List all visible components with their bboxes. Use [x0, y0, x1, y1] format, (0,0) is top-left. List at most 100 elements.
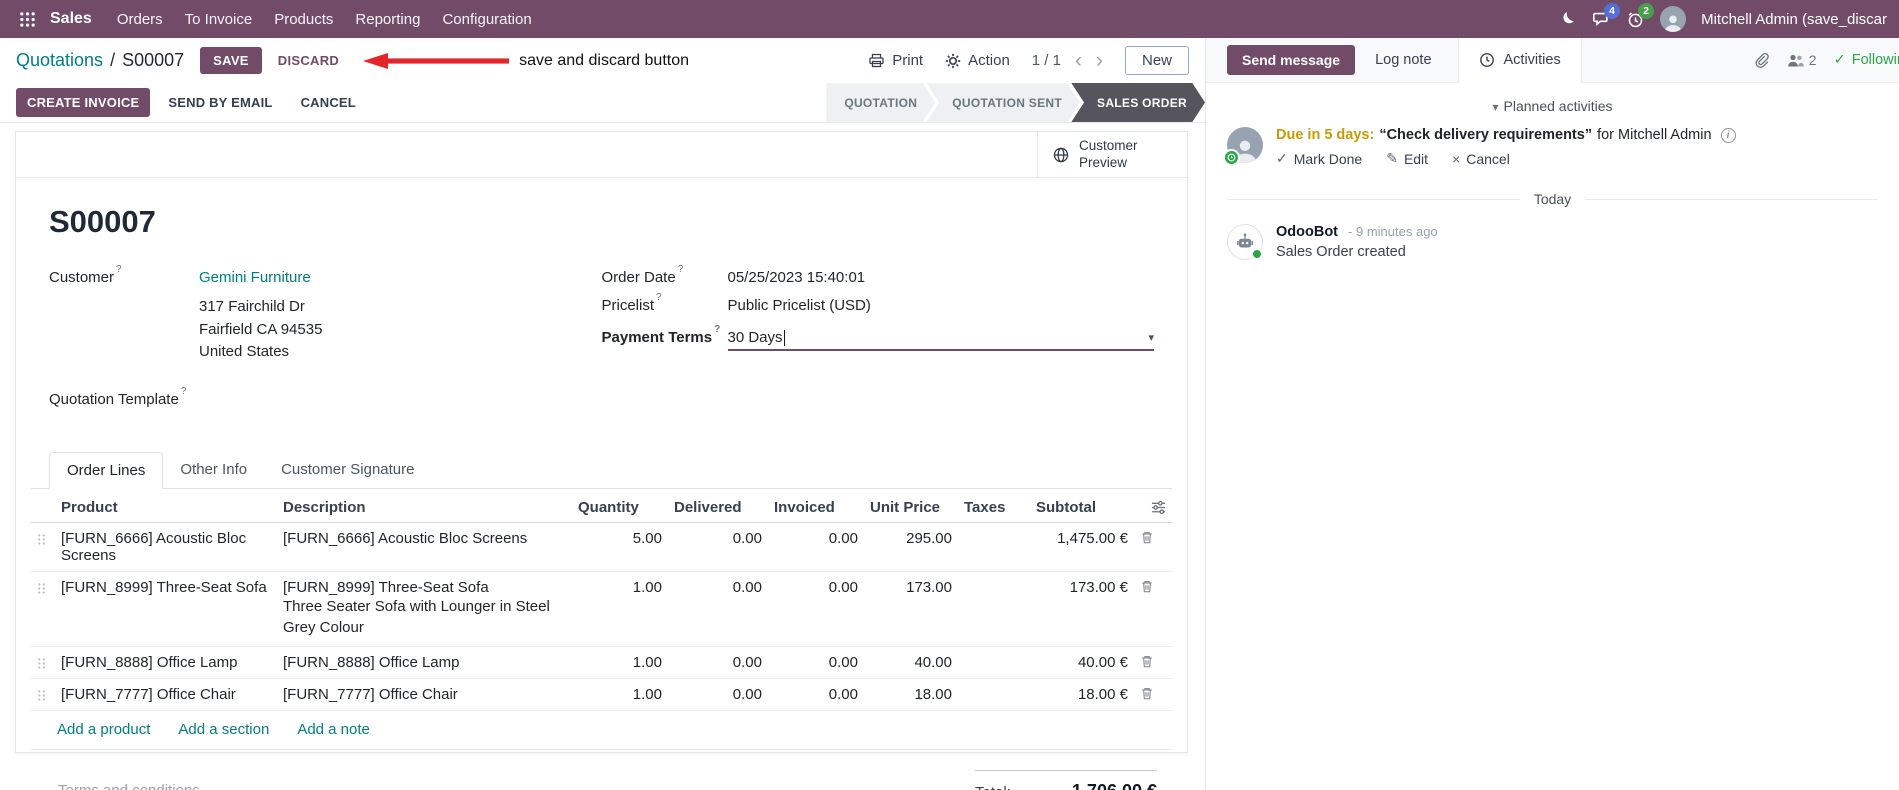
drag-handle-icon[interactable]: [31, 571, 55, 647]
order-line-row[interactable]: [FURN_6666] Acoustic Bloc Screens [FURN_…: [31, 522, 1172, 572]
new-button[interactable]: New: [1124, 46, 1189, 75]
send-message-button[interactable]: Send message: [1227, 45, 1356, 75]
drag-handle-icon[interactable]: [31, 646, 55, 679]
cell-unit-price[interactable]: 40.00: [864, 646, 958, 679]
cancel-activity-button[interactable]: × Cancel: [1452, 150, 1510, 167]
planned-activities-header[interactable]: ▾ Planned activities: [1206, 98, 1899, 114]
cell-taxes[interactable]: [958, 646, 1030, 679]
user-avatar[interactable]: [1660, 6, 1687, 32]
stage-sales-order[interactable]: SALES ORDER: [1071, 83, 1205, 123]
terms-placeholder[interactable]: Terms and conditions...: [46, 782, 212, 790]
menu-orders[interactable]: Orders: [106, 1, 174, 38]
drag-handle-icon[interactable]: [31, 522, 55, 572]
cell-taxes[interactable]: [958, 522, 1030, 572]
payment-terms-input[interactable]: 30 Days ▾: [727, 329, 1154, 351]
pricelist-value[interactable]: Public Pricelist (USD): [728, 297, 871, 314]
create-invoice-button[interactable]: CREATE INVOICE: [16, 88, 151, 117]
app-name[interactable]: Sales: [50, 10, 92, 28]
cell-unit-price[interactable]: 295.00: [864, 522, 958, 572]
cell-product[interactable]: [FURN_7777] Office Chair: [55, 678, 277, 711]
customer-value-link[interactable]: Gemini Furniture: [199, 269, 311, 286]
add-note-link[interactable]: Add a note: [297, 721, 370, 738]
tab-order-lines[interactable]: Order Lines: [49, 451, 164, 489]
cell-description[interactable]: [FURN_7777] Office Chair: [277, 678, 572, 711]
cell-taxes[interactable]: [958, 678, 1030, 711]
cell-quantity[interactable]: 1.00: [572, 678, 668, 711]
cell-unit-price[interactable]: 173.00: [864, 571, 958, 647]
stage-quotation[interactable]: QUOTATION: [826, 83, 935, 123]
add-section-link[interactable]: Add a section: [178, 721, 269, 738]
cancel-button[interactable]: CANCEL: [291, 88, 366, 117]
col-subtotal[interactable]: Subtotal: [1030, 490, 1134, 523]
order-line-row[interactable]: [FURN_7777] Office Chair [FURN_7777] Off…: [31, 678, 1172, 711]
order-line-row[interactable]: [FURN_8999] Three-Seat Sofa [FURN_8999] …: [31, 571, 1172, 647]
action-button[interactable]: Action: [945, 52, 1010, 69]
cell-invoiced[interactable]: 0.00: [768, 678, 864, 711]
followers-button[interactable]: 2: [1787, 52, 1817, 68]
cell-description[interactable]: [FURN_8999] Three-Seat Sofa Three Seater …: [277, 571, 572, 647]
tab-customer-signature[interactable]: Customer Signature: [264, 452, 431, 488]
cell-description[interactable]: [FURN_6666] Acoustic Bloc Screens: [277, 522, 572, 572]
send-by-email-button[interactable]: SEND BY EMAIL: [158, 88, 282, 117]
dark-mode-moon-icon[interactable]: [1560, 11, 1577, 28]
print-button[interactable]: Print: [868, 52, 923, 69]
activities-tab[interactable]: Activities: [1457, 38, 1582, 83]
menu-reporting[interactable]: Reporting: [344, 1, 431, 38]
col-taxes[interactable]: Taxes: [958, 490, 1030, 523]
cell-product[interactable]: [FURN_8888] Office Lamp: [55, 646, 277, 679]
discard-button[interactable]: DISCARD: [268, 47, 349, 74]
info-icon[interactable]: i: [1720, 127, 1736, 143]
delete-row-icon[interactable]: [1134, 678, 1172, 711]
col-description[interactable]: Description: [277, 490, 572, 523]
drag-handle-icon[interactable]: [31, 678, 55, 711]
cell-product[interactable]: [FURN_8999] Three-Seat Sofa: [55, 571, 277, 647]
breadcrumb-quotations-link[interactable]: Quotations: [16, 50, 103, 71]
activities-clock-icon[interactable]: 2: [1626, 2, 1655, 29]
cell-product[interactable]: [FURN_6666] Acoustic Bloc Screens: [55, 522, 277, 572]
cell-taxes[interactable]: [958, 571, 1030, 647]
delete-row-icon[interactable]: [1134, 571, 1172, 647]
cell-unit-price[interactable]: 18.00: [864, 678, 958, 711]
cell-delivered[interactable]: 0.00: [668, 646, 768, 679]
user-name[interactable]: Mitchell Admin (save_discar: [1701, 11, 1887, 28]
col-quantity[interactable]: Quantity: [572, 490, 668, 523]
add-product-link[interactable]: Add a product: [57, 721, 150, 738]
order-line-row[interactable]: [FURN_8888] Office Lamp [FURN_8888] Offi…: [31, 646, 1172, 679]
col-product[interactable]: Product: [55, 490, 277, 523]
cell-delivered[interactable]: 0.00: [668, 522, 768, 572]
attachment-paperclip-icon[interactable]: [1753, 52, 1770, 69]
optional-columns-icon[interactable]: [1134, 490, 1172, 523]
cell-invoiced[interactable]: 0.00: [768, 522, 864, 572]
cell-delivered[interactable]: 0.00: [668, 678, 768, 711]
dropdown-caret-icon[interactable]: ▾: [1148, 331, 1154, 344]
delete-row-icon[interactable]: [1134, 646, 1172, 679]
delete-row-icon[interactable]: [1134, 522, 1172, 572]
order-date-value[interactable]: 05/25/2023 15:40:01: [728, 269, 866, 286]
menu-to-invoice[interactable]: To Invoice: [174, 1, 264, 38]
messages-icon[interactable]: 4: [1592, 2, 1621, 29]
cell-quantity[interactable]: 5.00: [572, 522, 668, 572]
col-unit-price[interactable]: Unit Price: [864, 490, 958, 523]
edit-activity-button[interactable]: ✎ Edit: [1386, 150, 1428, 167]
save-button[interactable]: SAVE: [200, 47, 262, 74]
following-button[interactable]: ✓ Following: [1834, 52, 1899, 68]
stage-quotation-sent[interactable]: QUOTATION SENT: [926, 83, 1080, 123]
cell-invoiced[interactable]: 0.00: [768, 646, 864, 679]
apps-grid-icon[interactable]: [12, 4, 42, 34]
cell-description[interactable]: [FURN_8888] Office Lamp: [277, 646, 572, 679]
menu-products[interactable]: Products: [263, 1, 344, 38]
pager-next-icon[interactable]: ›: [1096, 50, 1103, 71]
cell-delivered[interactable]: 0.00: [668, 571, 768, 647]
pager-prev-icon[interactable]: ‹: [1075, 50, 1082, 71]
cell-quantity[interactable]: 1.00: [572, 646, 668, 679]
mark-done-button[interactable]: ✓ Mark Done: [1276, 150, 1362, 167]
col-delivered[interactable]: Delivered: [668, 490, 768, 523]
menu-configuration[interactable]: Configuration: [431, 1, 542, 38]
message-author[interactable]: OdooBot: [1276, 224, 1338, 240]
col-invoiced[interactable]: Invoiced: [768, 490, 864, 523]
cell-quantity[interactable]: 1.00: [572, 571, 668, 647]
cell-invoiced[interactable]: 0.00: [768, 571, 864, 647]
customer-preview-button[interactable]: Customer Preview: [1037, 132, 1187, 177]
tab-other-info[interactable]: Other Info: [163, 452, 264, 488]
log-note-button[interactable]: Log note: [1375, 52, 1431, 68]
